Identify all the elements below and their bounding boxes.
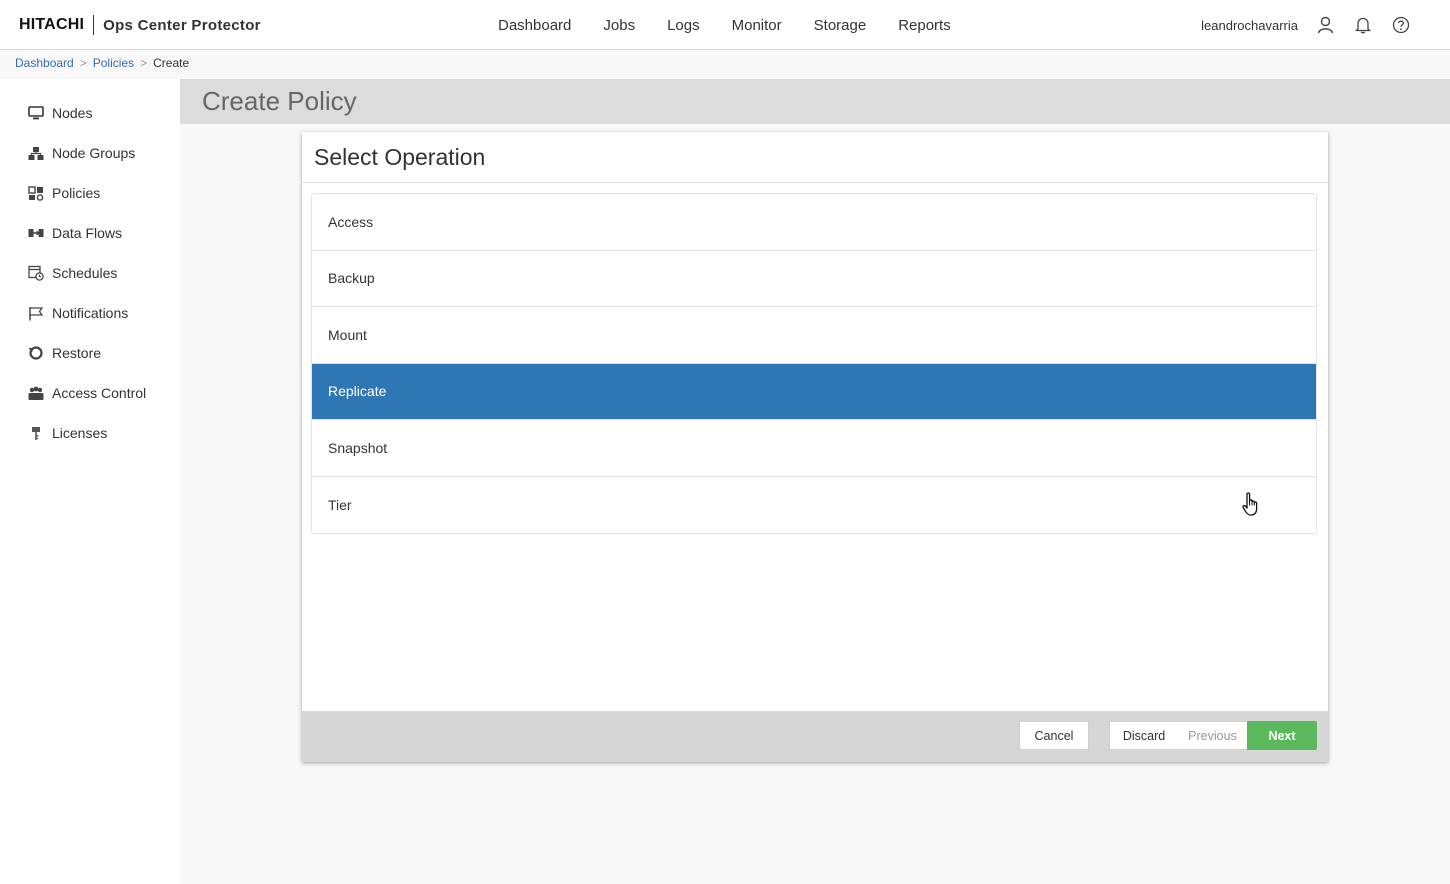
select-operation-panel: Select Operation Access Backup Mount Rep… bbox=[302, 132, 1328, 762]
nav-logs[interactable]: Logs bbox=[651, 17, 716, 34]
operation-snapshot[interactable]: Snapshot bbox=[312, 420, 1316, 477]
sidebar-item-label: Restore bbox=[52, 345, 102, 361]
breadcrumb: Dashboard > Policies > Create bbox=[15, 56, 189, 70]
nav-storage[interactable]: Storage bbox=[798, 17, 883, 34]
sidebar-item-label: Policies bbox=[52, 185, 101, 201]
bell-icon[interactable] bbox=[1344, 12, 1382, 38]
brand-divider bbox=[93, 15, 95, 35]
operation-access[interactable]: Access bbox=[312, 194, 1316, 251]
breadcrumb-dashboard[interactable]: Dashboard bbox=[15, 56, 74, 70]
operation-mount[interactable]: Mount bbox=[312, 307, 1316, 364]
breadcrumb-policies[interactable]: Policies bbox=[93, 56, 134, 70]
cancel-button[interactable]: Cancel bbox=[1019, 721, 1089, 750]
nav-jobs[interactable]: Jobs bbox=[587, 17, 651, 34]
sidebar-item-policies[interactable]: Policies bbox=[28, 181, 100, 205]
sidebar: Nodes Node Groups Policies Data Flows Sc… bbox=[0, 79, 180, 884]
nav-monitor[interactable]: Monitor bbox=[716, 17, 798, 34]
previous-button[interactable]: Previous bbox=[1178, 721, 1248, 750]
wizard-footer: Cancel Discard Previous Next bbox=[302, 711, 1328, 762]
page-title-bar: Create Policy bbox=[180, 79, 1450, 124]
hand-cursor-icon bbox=[1242, 492, 1258, 516]
sidebar-item-label: Node Groups bbox=[52, 145, 136, 161]
license-icon bbox=[28, 425, 44, 441]
sidebar-item-label: Data Flows bbox=[52, 225, 123, 241]
sidebar-item-label: Schedules bbox=[52, 265, 118, 281]
operation-list: Access Backup Mount Replicate Snapshot T… bbox=[311, 193, 1317, 534]
sidebar-item-nodes[interactable]: Nodes bbox=[28, 101, 92, 125]
users-icon bbox=[28, 385, 44, 401]
discard-button[interactable]: Discard bbox=[1109, 721, 1179, 750]
nav-reports[interactable]: Reports bbox=[882, 17, 967, 34]
operation-tier[interactable]: Tier bbox=[312, 477, 1316, 534]
sidebar-item-node-groups[interactable]: Node Groups bbox=[28, 141, 135, 165]
breadcrumb-separator: > bbox=[140, 56, 148, 70]
divider bbox=[302, 182, 1328, 183]
user-area: leandrochavarria bbox=[1201, 12, 1420, 38]
sidebar-item-label: Access Control bbox=[52, 385, 147, 401]
next-button[interactable]: Next bbox=[1247, 721, 1317, 750]
breadcrumb-separator: > bbox=[79, 56, 87, 70]
sidebar-item-notifications[interactable]: Notifications bbox=[28, 301, 128, 325]
page-title: Create Policy bbox=[202, 86, 357, 116]
schedules-icon bbox=[28, 265, 44, 281]
sidebar-item-label: Nodes bbox=[52, 105, 93, 121]
operation-replicate[interactable]: Replicate bbox=[312, 363, 1316, 420]
flag-icon bbox=[28, 305, 44, 321]
sidebar-item-label: Licenses bbox=[52, 425, 108, 441]
sidebar-item-restore[interactable]: Restore bbox=[28, 341, 101, 365]
breadcrumb-current: Create bbox=[153, 56, 190, 70]
help-icon[interactable] bbox=[1382, 12, 1420, 38]
monitor-icon bbox=[28, 105, 44, 121]
nav-dashboard[interactable]: Dashboard bbox=[482, 17, 587, 34]
user-icon[interactable] bbox=[1306, 12, 1344, 38]
node-groups-icon bbox=[28, 145, 44, 161]
sidebar-item-label: Notifications bbox=[52, 305, 129, 321]
sidebar-item-schedules[interactable]: Schedules bbox=[28, 261, 117, 285]
brand[interactable]: HITACHI Ops Center Protector bbox=[19, 14, 261, 36]
panel-title: Select Operation bbox=[314, 144, 486, 170]
product-name: Ops Center Protector bbox=[103, 16, 261, 34]
policies-icon bbox=[28, 185, 44, 201]
sidebar-item-access-control[interactable]: Access Control bbox=[28, 381, 146, 405]
top-bar: HITACHI Ops Center Protector Dashboard J… bbox=[0, 0, 1450, 50]
sidebar-item-licenses[interactable]: Licenses bbox=[28, 421, 107, 445]
sidebar-item-data-flows[interactable]: Data Flows bbox=[28, 221, 122, 245]
brand-logo: HITACHI bbox=[19, 16, 85, 33]
username[interactable]: leandrochavarria bbox=[1201, 18, 1298, 33]
data-flows-icon bbox=[28, 225, 44, 241]
restore-icon bbox=[28, 345, 44, 361]
operation-backup[interactable]: Backup bbox=[312, 251, 1316, 307]
main-nav: Dashboard Jobs Logs Monitor Storage Repo… bbox=[482, 14, 967, 36]
